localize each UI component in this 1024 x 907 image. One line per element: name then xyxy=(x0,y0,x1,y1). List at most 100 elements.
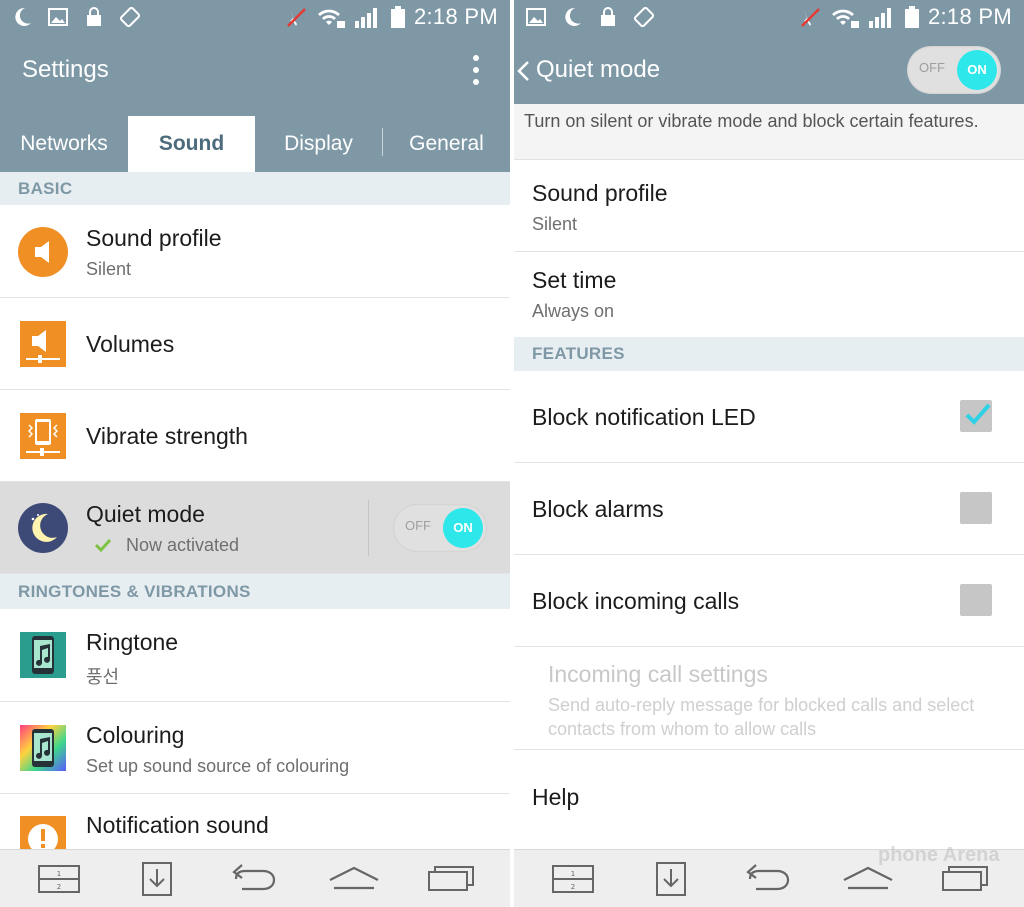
incoming-call-settings-title: Incoming call settings xyxy=(548,661,768,687)
mute-icon xyxy=(287,8,306,27)
back-arrow-icon[interactable] xyxy=(516,60,530,82)
colouring-title: Colouring xyxy=(86,722,185,748)
sound-profile-item[interactable]: Sound profile Silent xyxy=(514,160,1024,252)
toggle-divider xyxy=(368,500,369,556)
block-led-checkbox[interactable] xyxy=(960,400,992,432)
section-header-ringtones: RINGTONES & VIBRATIONS xyxy=(0,574,510,609)
moon-icon xyxy=(565,7,581,26)
tab-divider xyxy=(382,128,383,156)
quiet-mode-status: Now activated xyxy=(126,535,240,555)
tab-sound[interactable]: Sound xyxy=(128,116,255,172)
watermark: phone Arena xyxy=(878,844,1000,866)
rotate-icon xyxy=(633,6,655,28)
toggle-on-knob: ON xyxy=(443,508,483,548)
moon-icon xyxy=(15,7,31,26)
volumes-title: Volumes xyxy=(86,331,175,357)
help-title: Help xyxy=(532,784,580,810)
check-icon xyxy=(94,538,112,553)
tab-display[interactable]: Display xyxy=(255,116,382,172)
settings-screen: 2:18 PM Settings Networks Sound Display … xyxy=(0,0,510,907)
volume-slider-icon xyxy=(20,321,66,367)
sound-profile-value: Silent xyxy=(86,259,132,279)
ringtone-item[interactable]: Ringtone 풍선 xyxy=(0,609,510,702)
battery-icon xyxy=(904,6,919,28)
sound-profile-item[interactable]: Sound profile Silent xyxy=(0,205,510,298)
download-box-icon[interactable] xyxy=(132,860,182,898)
colouring-icon xyxy=(20,725,66,771)
dual-window-icon[interactable]: 12 xyxy=(34,860,84,898)
dual-window-icon[interactable]: 12 xyxy=(548,860,598,898)
set-time-item[interactable]: Set time Always on xyxy=(514,252,1024,337)
quiet-mode-master-toggle[interactable]: OFF ON xyxy=(907,46,1001,94)
section-header-features: FEATURES xyxy=(514,337,1024,371)
status-time: 2:18 PM xyxy=(413,4,498,29)
quiet-mode-toggle[interactable]: OFF ON xyxy=(393,504,487,552)
block-calls-title: Block incoming calls xyxy=(532,588,740,614)
overflow-menu-icon[interactable] xyxy=(472,54,480,86)
page-title: Settings xyxy=(22,56,109,83)
colouring-subtitle: Set up sound source of colouring xyxy=(86,756,350,776)
tab-bar: Networks Sound Display General xyxy=(0,104,510,172)
speaker-icon xyxy=(18,227,68,277)
block-notification-led-item[interactable]: Block notification LED xyxy=(514,371,1024,463)
navigation-bar: 12 xyxy=(0,849,510,907)
tab-general[interactable]: General xyxy=(383,116,510,172)
quiet-mode-item[interactable]: Quiet mode Now activated OFF ON xyxy=(0,482,510,574)
svg-text:1: 1 xyxy=(57,870,61,878)
help-item[interactable]: Help xyxy=(514,750,1024,849)
action-bar: Settings xyxy=(0,36,510,104)
incoming-call-settings-item: Incoming call settings Send auto-reply m… xyxy=(514,647,1024,750)
mute-icon xyxy=(801,8,820,27)
download-box-icon[interactable] xyxy=(646,860,696,898)
vibrate-icon xyxy=(20,413,66,459)
incoming-call-settings-subtitle: Send auto-reply message for blocked call… xyxy=(548,695,975,739)
toggle-off-label: OFF xyxy=(919,60,945,75)
quiet-mode-screen: 2:18 PM Quiet mode OFF ON Turn on silent… xyxy=(514,0,1024,907)
quiet-mode-title: Quiet mode xyxy=(86,501,205,527)
sound-profile-title: Sound profile xyxy=(532,180,668,206)
status-bar: 2:18 PM xyxy=(514,0,1024,36)
tab-networks[interactable]: Networks xyxy=(0,116,128,172)
back-icon[interactable] xyxy=(230,860,280,898)
block-alarms-title: Block alarms xyxy=(532,496,664,522)
block-alarms-item[interactable]: Block alarms xyxy=(514,463,1024,555)
section-header-basic: BASIC xyxy=(0,172,510,205)
status-time: 2:18 PM xyxy=(927,4,1012,29)
svg-text:2: 2 xyxy=(571,883,575,891)
home-icon[interactable] xyxy=(328,860,380,898)
notification-sound-item[interactable]: Notification sound xyxy=(0,794,510,862)
page-title: Quiet mode xyxy=(536,56,661,83)
vibrate-strength-item[interactable]: Vibrate strength xyxy=(0,390,510,482)
volumes-item[interactable]: Volumes xyxy=(0,298,510,390)
lock-icon xyxy=(87,7,101,26)
block-incoming-calls-item[interactable]: Block incoming calls xyxy=(514,555,1024,647)
music-phone-icon xyxy=(20,632,66,678)
block-alarms-checkbox[interactable] xyxy=(960,492,992,524)
block-led-title: Block notification LED xyxy=(532,404,756,430)
recent-apps-icon[interactable] xyxy=(426,860,476,898)
wifi-lock-icon xyxy=(317,9,345,28)
wifi-lock-icon xyxy=(831,9,859,28)
set-time-title: Set time xyxy=(532,267,617,293)
lock-icon xyxy=(601,7,615,26)
image-icon xyxy=(526,8,546,26)
sound-profile-value: Silent xyxy=(532,214,578,234)
signal-icon xyxy=(868,8,891,28)
sound-profile-title: Sound profile xyxy=(86,225,222,251)
svg-text:1: 1 xyxy=(571,870,575,878)
colouring-item[interactable]: Colouring Set up sound source of colouri… xyxy=(0,702,510,794)
back-icon[interactable] xyxy=(744,860,794,898)
svg-text:2: 2 xyxy=(57,883,61,891)
vibrate-strength-title: Vibrate strength xyxy=(86,423,248,449)
signal-icon xyxy=(354,8,377,28)
action-bar: Quiet mode OFF ON xyxy=(514,36,1024,104)
toggle-on-knob: ON xyxy=(957,50,997,90)
rotate-icon xyxy=(119,6,141,28)
status-bar: 2:18 PM xyxy=(0,0,510,36)
quiet-mode-description: Turn on silent or vibrate mode and block… xyxy=(514,104,1024,160)
battery-icon xyxy=(390,6,405,28)
ringtone-value: 풍선 xyxy=(86,667,120,687)
ringtone-title: Ringtone xyxy=(86,629,179,655)
block-calls-checkbox[interactable] xyxy=(960,584,992,616)
set-time-value: Always on xyxy=(532,301,615,321)
